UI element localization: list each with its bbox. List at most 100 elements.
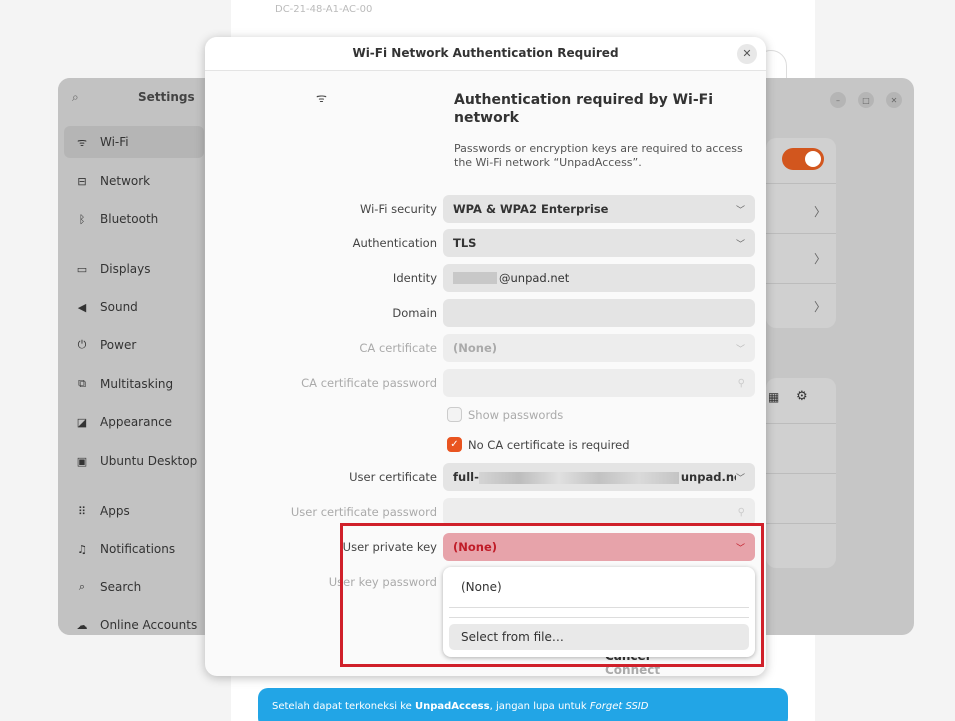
- sidebar-item-power[interactable]: ⏻ Power: [64, 329, 204, 361]
- sidebar-item-apps[interactable]: ⠿ Apps: [64, 495, 204, 527]
- appearance-icon: ◪: [76, 415, 88, 429]
- sidebar-item-label: Notifications: [100, 542, 176, 556]
- authentication-label: Authentication: [352, 236, 437, 250]
- user-cert-password-field[interactable]: ⚲: [443, 498, 755, 526]
- ca-cert-password-field[interactable]: ⚲: [443, 369, 755, 397]
- maximize-icon[interactable]: □: [858, 92, 874, 108]
- sidebar-item-ubuntu-desktop[interactable]: ▣ Ubuntu Desktop: [64, 445, 204, 477]
- user-certificate-label: User certificate: [349, 470, 437, 484]
- chevron-right-icon[interactable]: 〉: [814, 203, 826, 220]
- chevron-down-icon: ﹀: [735, 239, 745, 250]
- close-icon[interactable]: ✕: [737, 44, 757, 64]
- sidebar-item-label: Network: [100, 174, 151, 188]
- sound-icon: ◀: [77, 300, 87, 314]
- sidebar-item-sound[interactable]: ◀ Sound: [64, 291, 204, 323]
- sidebar-item-label: Wi-Fi: [100, 135, 129, 149]
- authentication-value: TLS: [453, 236, 477, 250]
- dialog-header: Wi-Fi Network Authentication Required ✕: [205, 37, 766, 71]
- qr-code-icon[interactable]: ▦: [768, 390, 779, 404]
- sidebar-item-label: Apps: [100, 504, 130, 518]
- sidebar-item-wi-fi[interactable]: ᯤ Wi-Fi: [64, 126, 204, 158]
- divider: [766, 473, 836, 474]
- no-ca-required-label: No CA certificate is required: [468, 437, 630, 452]
- gear-icon[interactable]: ⚙: [796, 389, 808, 404]
- wifi-security-dropdown[interactable]: WPA & WPA2 Enterprise ﹀: [443, 195, 755, 223]
- multitasking-icon: ⧉: [78, 377, 86, 390]
- sidebar-item-bluetooth[interactable]: ᛒ Bluetooth: [64, 203, 204, 235]
- no-ca-required-checkbox[interactable]: ✓ No CA certificate is required: [447, 437, 630, 452]
- show-passwords-checkbox[interactable]: Show passwords: [447, 407, 563, 422]
- sidebar-item-network[interactable]: ⊟ Network: [64, 165, 204, 197]
- show-passwords-label: Show passwords: [468, 407, 564, 422]
- wifi-security-value: WPA & WPA2 Enterprise: [453, 202, 609, 216]
- chevron-right-icon[interactable]: 〉: [814, 250, 826, 267]
- wifi-icon: ᯤ: [76, 135, 88, 149]
- sidebar-item-online-accounts[interactable]: ☁ Online Accounts: [64, 609, 204, 635]
- redacted-text: [478, 471, 679, 484]
- user-cert-suffix: unpad.net.crt: [680, 470, 736, 484]
- dialog-title: Wi-Fi Network Authentication Required: [352, 46, 619, 60]
- network-icon: ⊟: [77, 174, 87, 188]
- chevron-down-icon: ﹀: [735, 473, 745, 484]
- auth-heading: Authentication required by Wi-Fi network: [454, 92, 714, 126]
- user-key-icon: ⚲: [737, 506, 745, 518]
- banner-middle: , jangan lupa untuk: [489, 701, 590, 712]
- ca-certificate-label: CA certificate: [359, 341, 437, 355]
- identity-value: @unpad.net: [499, 271, 570, 285]
- sidebar-item-label: Displays: [100, 262, 151, 276]
- sidebar-item-label: Ubuntu Desktop: [100, 454, 198, 468]
- cloud-icon: ☁: [76, 618, 88, 632]
- wifi-toggle[interactable]: [782, 148, 824, 170]
- ubuntu-desktop-icon: ▣: [76, 454, 88, 468]
- search-icon[interactable]: ⌕: [72, 90, 79, 105]
- doc-top-text: DC-21-48-A1-AC-00: [275, 4, 373, 15]
- user-cert-password-label: User certificate password: [290, 505, 437, 519]
- domain-field[interactable]: [443, 299, 755, 327]
- ca-certificate-value: (None): [453, 341, 498, 355]
- user-key-icon: ⚲: [737, 377, 745, 389]
- window-controls: – □ ✕: [830, 92, 902, 108]
- minimize-icon[interactable]: –: [830, 92, 846, 108]
- auth-description: Passwords or encryption keys are require…: [454, 142, 743, 169]
- user-certificate-value: full-unpad.net.crt: [453, 470, 736, 484]
- sidebar-item-appearance[interactable]: ◪ Appearance: [64, 406, 204, 438]
- authentication-dropdown[interactable]: TLS ﹀: [443, 229, 755, 257]
- user-cert-prefix: full-: [453, 470, 479, 484]
- wifi-security-label: Wi-Fi security: [359, 202, 437, 216]
- sidebar-item-label: Power: [100, 338, 137, 352]
- sidebar-item-label: Online Accounts: [100, 618, 198, 632]
- settings-sidebar: ⌕ Settings ᯤ Wi-Fi ⊟ Network ᛒ Bluetooth ▭ Disp…: [58, 78, 204, 635]
- sidebar-item-notifications[interactable]: ♫ Notifications: [64, 533, 204, 565]
- power-icon: ⏻: [77, 338, 87, 351]
- display-icon: ▭: [76, 262, 88, 276]
- banner-network: UnpadAccess: [415, 701, 490, 712]
- divider: [766, 183, 836, 184]
- settings-title: Settings: [138, 90, 195, 104]
- identity-field[interactable]: @unpad.net: [443, 264, 755, 292]
- chevron-down-icon: ﹀: [735, 344, 745, 355]
- sidebar-item-label: Appearance: [100, 415, 173, 429]
- banner-italic: Forget SSID: [589, 701, 649, 712]
- divider: [766, 233, 836, 234]
- divider: [766, 423, 836, 424]
- divider: [766, 283, 836, 284]
- sidebar-item-label: Search: [100, 580, 142, 594]
- bell-icon: ♫: [77, 542, 87, 556]
- sidebar-header: ⌕ Settings: [58, 78, 204, 118]
- sidebar-item-label: Bluetooth: [100, 212, 159, 226]
- ca-cert-password-label: CA certificate password: [301, 376, 437, 390]
- sidebar-item-search[interactable]: ⌕ Search: [64, 571, 204, 603]
- ca-certificate-dropdown[interactable]: (None) ﹀: [443, 334, 755, 362]
- sidebar-item-multitasking[interactable]: ⧉ Multitasking: [64, 368, 204, 400]
- sidebar-item-displays[interactable]: ▭ Displays: [64, 253, 204, 285]
- chevron-right-icon[interactable]: 〉: [814, 298, 826, 315]
- sidebar-item-label: Multitasking: [100, 377, 174, 391]
- user-certificate-dropdown[interactable]: full-unpad.net.crt ﹀: [443, 463, 755, 491]
- info-banner: Setelah dapat terkoneksi ke UnpadAccess,…: [258, 688, 788, 721]
- bluetooth-icon: ᛒ: [78, 212, 86, 226]
- banner-prefix: Setelah dapat terkoneksi ke: [272, 701, 415, 712]
- checkbox-icon: [447, 407, 462, 422]
- apps-icon: ⠿: [77, 504, 87, 518]
- close-icon[interactable]: ✕: [886, 92, 902, 108]
- identity-label: Identity: [392, 271, 437, 285]
